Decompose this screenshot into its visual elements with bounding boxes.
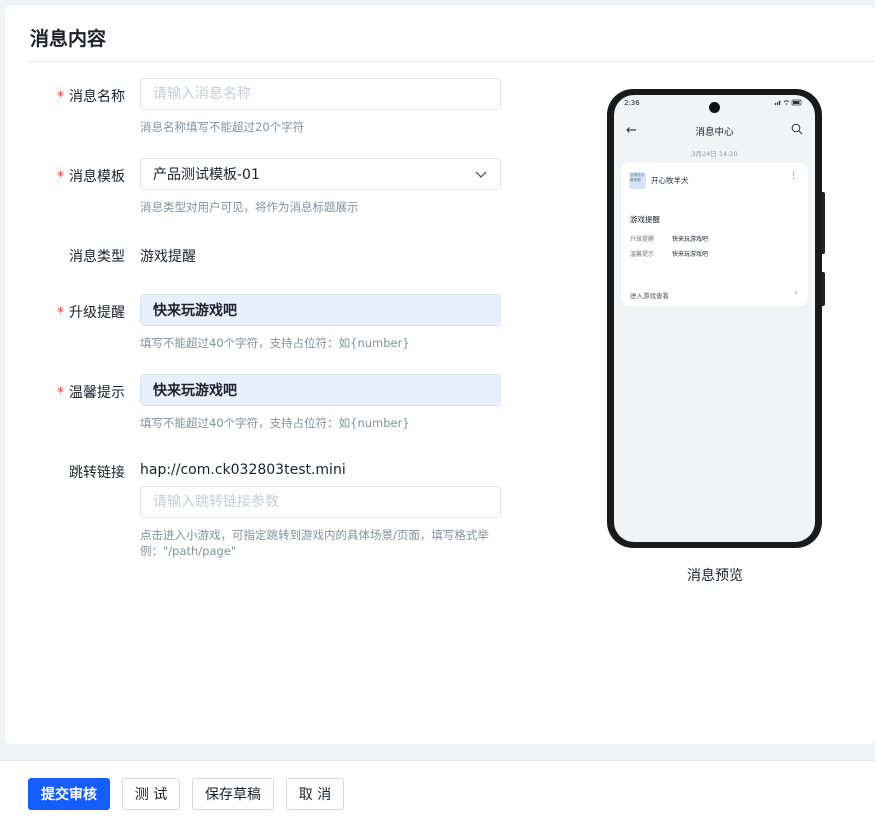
message-time: 3月24日 14:20 <box>691 150 738 158</box>
test-button[interactable]: 测 试 <box>122 778 180 810</box>
link-label: 跳转链接 <box>69 465 125 481</box>
message-row: 升级提醒 快来玩游戏吧 <box>630 236 709 243</box>
cancel-button[interactable]: 取 消 <box>286 778 344 810</box>
app-name: 开心牧羊犬 <box>651 176 689 185</box>
title-divider <box>28 61 875 62</box>
type-value: 游戏提醒 <box>140 249 196 265</box>
phone-nav-title: 消息中心 <box>695 127 734 138</box>
link-hint: 点击进入小游戏，可指定跳转到游戏内的具体场景/页面，填写格式举例："/path/… <box>140 528 489 558</box>
required-mark: * <box>57 89 64 105</box>
search-icon[interactable] <box>791 123 803 135</box>
status-icons <box>775 99 803 108</box>
camera-icon <box>709 102 720 113</box>
link-field[interactable] <box>140 486 501 518</box>
preview-label: 消息预览 <box>687 568 743 584</box>
phone-side-button <box>821 192 825 254</box>
name-input[interactable] <box>153 86 488 102</box>
template-select[interactable]: 产品测试模板-01 <box>140 158 501 190</box>
footer-bar: 提交审核 测 试 保存草稿 取 消 <box>0 760 875 816</box>
upgrade-field[interactable]: 快来玩游戏吧 <box>140 294 501 326</box>
tip-label: * 温馨提示 <box>57 385 125 401</box>
message-card[interactable]: 长测试小游戏测 开心牧羊犬 ⋮ 游戏提醒 升级提醒 快来玩游戏吧 温馨提示 快来玩游… <box>621 163 808 306</box>
upgrade-hint: 填写不能超过40个字符，支持占位符：如{number} <box>140 336 410 350</box>
more-icon[interactable]: ⋮ <box>789 172 798 181</box>
template-hint: 消息类型对用户可见，将作为消息标题展示 <box>140 200 359 214</box>
template-label: * 消息模板 <box>57 169 125 185</box>
phone-nav: ← 消息中心 <box>614 123 815 139</box>
tip-field[interactable]: 快来玩游戏吧 <box>140 374 501 406</box>
card-title: 消息内容 <box>30 28 107 50</box>
status-time: 2:36 <box>624 99 640 107</box>
link-prefix: hap://com.ck032803test.mini <box>140 462 346 478</box>
required-mark: * <box>57 169 64 185</box>
phone-preview: 2:36 ← 消息中心 3月24日 14:20 长测试小游戏测 开心牧羊犬 ⋮ … <box>607 89 822 548</box>
phone-side-button <box>821 272 825 306</box>
message-row: 温馨提示 快来玩游戏吧 <box>630 251 709 258</box>
required-mark: * <box>57 305 64 321</box>
required-mark: * <box>57 385 64 401</box>
type-label: 消息类型 <box>69 249 125 265</box>
name-label: * 消息名称 <box>57 89 125 105</box>
template-select-value: 产品测试模板-01 <box>153 167 260 183</box>
chevron-right-icon: › <box>794 288 798 298</box>
name-hint: 消息名称填写不能超过20个字符 <box>140 120 305 134</box>
app-icon: 长测试小游戏测 <box>629 172 646 189</box>
tip-hint: 填写不能超过40个字符，支持占位符：如{number} <box>140 416 410 430</box>
phone-screen: 2:36 ← 消息中心 3月24日 14:20 长测试小游戏测 开心牧羊犬 ⋮ … <box>614 95 815 542</box>
chevron-down-icon <box>475 171 487 178</box>
tip-input-value: 快来玩游戏吧 <box>153 383 237 399</box>
submit-review-button[interactable]: 提交审核 <box>28 778 110 810</box>
save-draft-button[interactable]: 保存草稿 <box>192 778 274 810</box>
signal-battery-icon <box>775 99 802 106</box>
message-title: 游戏提醒 <box>630 215 660 224</box>
link-param-input[interactable] <box>153 494 488 510</box>
message-link[interactable]: 进入游戏查看 <box>630 290 669 300</box>
upgrade-label: * 升级提醒 <box>57 305 125 321</box>
upgrade-input-value: 快来玩游戏吧 <box>153 303 237 319</box>
name-field[interactable] <box>140 78 501 110</box>
